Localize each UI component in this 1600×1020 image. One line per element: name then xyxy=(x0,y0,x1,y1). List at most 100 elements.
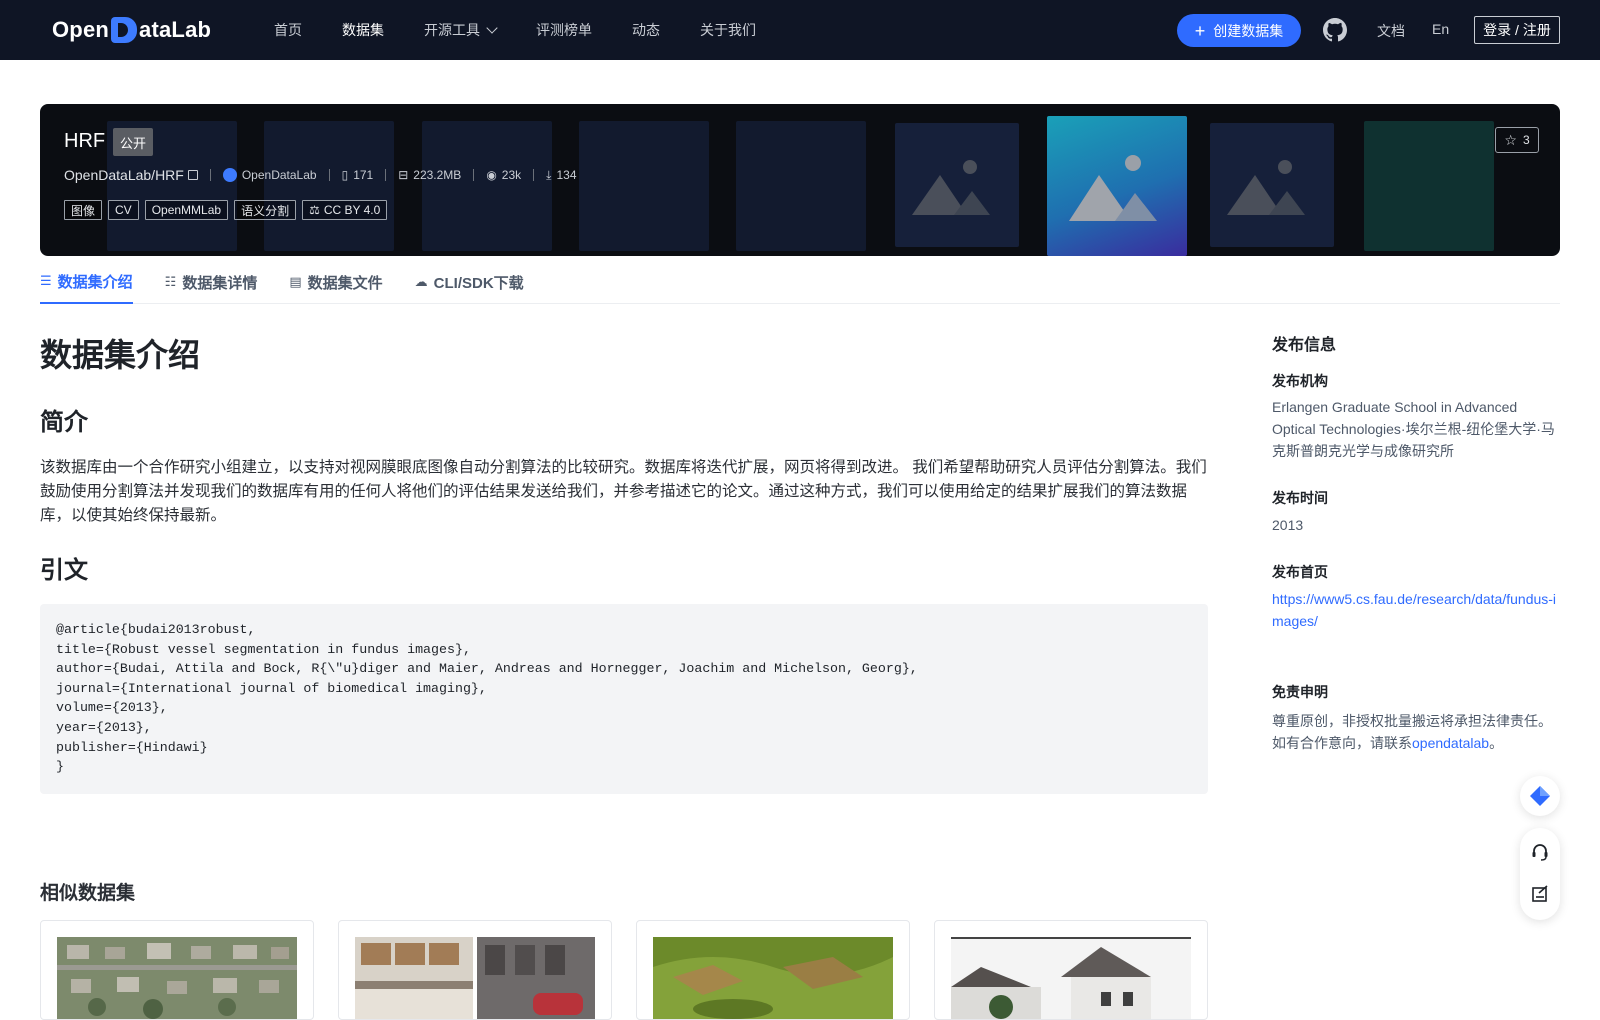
opendatalab-logo[interactable]: Open ataLab xyxy=(52,14,211,46)
copy-icon[interactable] xyxy=(187,170,198,180)
chevron-down-icon xyxy=(486,22,498,34)
similar-dataset-card[interactable] xyxy=(636,920,910,1020)
dataset-title: HRF xyxy=(64,130,106,152)
publisher-label: 发布机构 xyxy=(1272,373,1328,389)
nav-datasets[interactable]: 数据集 xyxy=(342,20,384,40)
homepage-link[interactable]: https://www5.cs.fau.de/research/data/fun… xyxy=(1272,591,1556,629)
banner-thumbnail xyxy=(422,121,552,251)
scale-icon: ⚖ xyxy=(309,203,320,217)
nav-about[interactable]: 关于我们 xyxy=(700,20,756,40)
org-avatar xyxy=(222,168,237,182)
nav-leaderboard[interactable]: 评测榜单 xyxy=(536,20,592,40)
github-icon[interactable] xyxy=(1323,18,1347,42)
divider xyxy=(533,169,535,181)
tag-cv[interactable]: CV xyxy=(108,200,139,220)
language-switch[interactable]: En xyxy=(1432,21,1449,37)
tab-cli-sdk[interactable]: ☁ CLI/SDK下载 xyxy=(415,268,524,304)
citation-block: @article{budai2013robust, title={Robust … xyxy=(40,604,1208,794)
tag-image[interactable]: 图像 xyxy=(64,200,103,220)
nav-open-tools-label: 开源工具 xyxy=(424,22,480,38)
image-placeholder-icon xyxy=(1227,160,1305,215)
image-placeholder-icon xyxy=(912,160,990,215)
publish-info-title: 发布信息 xyxy=(1272,337,1337,354)
logo-text-right: ataLab xyxy=(139,17,212,42)
star-icon: ☆ xyxy=(1504,131,1517,148)
tag-openmmlab[interactable]: OpenMMLab xyxy=(144,200,229,220)
dataset-path: OpenDataLab/HRF xyxy=(64,167,184,183)
intro-heading: 简介 xyxy=(40,409,88,436)
login-register-button[interactable]: 登录 / 注册 xyxy=(1474,16,1560,44)
page-title: 数据集介绍 xyxy=(40,337,201,373)
nav-docs[interactable]: 文档 xyxy=(1377,21,1405,41)
nav-leaderboard-label: 评测榜单 xyxy=(536,22,592,38)
divider xyxy=(473,169,475,181)
divider xyxy=(328,169,330,181)
similar-dataset-card[interactable] xyxy=(934,920,1208,1020)
license-tag[interactable]: ⚖ CC BY 4.0 xyxy=(302,200,388,220)
tab-label: 数据集详情 xyxy=(182,274,258,292)
contact-link[interactable]: opendatalab xyxy=(1412,735,1489,751)
logo-text-left: Open xyxy=(52,17,110,42)
database-icon: ☰ xyxy=(40,273,52,288)
view-count: 23k xyxy=(501,168,522,182)
disclaimer-suffix: 。 xyxy=(1489,735,1504,751)
banner-thumbnail xyxy=(736,121,866,251)
star-button[interactable]: ☆ 3 xyxy=(1495,127,1539,153)
banner-thumbnail xyxy=(579,121,709,251)
tab-label: 数据集介绍 xyxy=(57,273,133,291)
homepage-value: https://www5.cs.fau.de/research/data/fun… xyxy=(1272,588,1560,632)
similar-dataset-thumbnail xyxy=(951,937,1191,1019)
tag-semantic-segmentation[interactable]: 语义分割 xyxy=(234,200,297,220)
similar-dataset-thumbnail xyxy=(355,937,595,1019)
visibility-badge: 公开 xyxy=(113,128,154,156)
license-label: CC BY 4.0 xyxy=(323,203,381,217)
similar-dataset-thumbnail xyxy=(653,937,893,1019)
nav-news-label: 动态 xyxy=(632,22,660,38)
main-nav: 首页 数据集 开源工具 评测榜单 动态 关于我们 xyxy=(274,0,796,60)
tab-label: CLI/SDK下载 xyxy=(433,274,524,292)
dataset-tags: 图像 CV OpenMMLab 语义分割 ⚖ CC BY 4.0 xyxy=(64,200,393,220)
feedback-edit-icon[interactable] xyxy=(1530,884,1550,904)
nav-open-tools[interactable]: 开源工具 xyxy=(424,20,498,40)
create-dataset-button[interactable]: + 创建数据集 xyxy=(1177,14,1301,47)
disclaimer-line: 尊重原创，非授权批量搬运将承担法律责任。 xyxy=(1272,713,1552,729)
tab-introduction[interactable]: ☰ 数据集介绍 xyxy=(40,268,133,304)
banner-thumbnail xyxy=(895,123,1019,247)
logo-mark-icon xyxy=(111,17,138,43)
nav-home-label: 首页 xyxy=(274,22,302,38)
tab-files[interactable]: ▤ 数据集文件 xyxy=(289,268,382,304)
publisher-value: Erlangen Graduate School in Advanced Opt… xyxy=(1272,399,1555,459)
create-dataset-label: 创建数据集 xyxy=(1213,22,1284,39)
dataset-size: 223.2MB xyxy=(413,168,462,182)
file-icon: ▤ xyxy=(289,274,302,289)
floating-toolbar xyxy=(1520,828,1560,920)
file-count: 171 xyxy=(353,168,374,182)
tab-label: 数据集文件 xyxy=(307,274,383,292)
citation-heading: 引文 xyxy=(40,557,88,584)
similar-dataset-thumbnail xyxy=(57,937,297,1019)
plus-icon: + xyxy=(1194,20,1206,41)
image-placeholder-icon xyxy=(1069,155,1157,221)
tab-details[interactable]: ☷ 数据集详情 xyxy=(165,268,258,304)
nav-datasets-label: 数据集 xyxy=(342,22,384,38)
divider xyxy=(209,169,211,181)
banner-thumbnail xyxy=(1210,123,1334,247)
intro-text: 该数据库由一个合作研究小组建立，以支持对视网膜眼底图像自动分割算法的比较研究。数… xyxy=(40,459,1207,524)
dataset-tabs: ☰ 数据集介绍 ☷ 数据集详情 ▤ 数据集文件 ☁ CLI/SDK下载 xyxy=(40,268,1560,304)
eye-icon: ◉ xyxy=(486,168,497,182)
diamond-icon xyxy=(1530,786,1550,806)
similar-dataset-card[interactable] xyxy=(40,920,314,1020)
disclaimer-label: 免责申明 xyxy=(1272,684,1328,700)
download-icon: ⤓ xyxy=(546,167,552,182)
headset-icon[interactable] xyxy=(1530,842,1550,862)
star-count: 3 xyxy=(1522,133,1530,147)
nav-news[interactable]: 动态 xyxy=(632,20,660,40)
top-navbar: Open ataLab 首页 数据集 开源工具 评测榜单 动态 关于我们 + 创… xyxy=(0,0,1600,60)
dataset-meta: OpenDataLab/HRF OpenDataLab ▯ 171 ⊟ 223.… xyxy=(64,166,577,184)
nav-home[interactable]: 首页 xyxy=(274,20,302,40)
dataset-org[interactable]: OpenDataLab xyxy=(242,168,317,182)
floating-action-button[interactable] xyxy=(1520,776,1560,816)
download-count: 134 xyxy=(556,168,577,182)
similar-dataset-card[interactable] xyxy=(338,920,612,1020)
divider xyxy=(385,169,387,181)
